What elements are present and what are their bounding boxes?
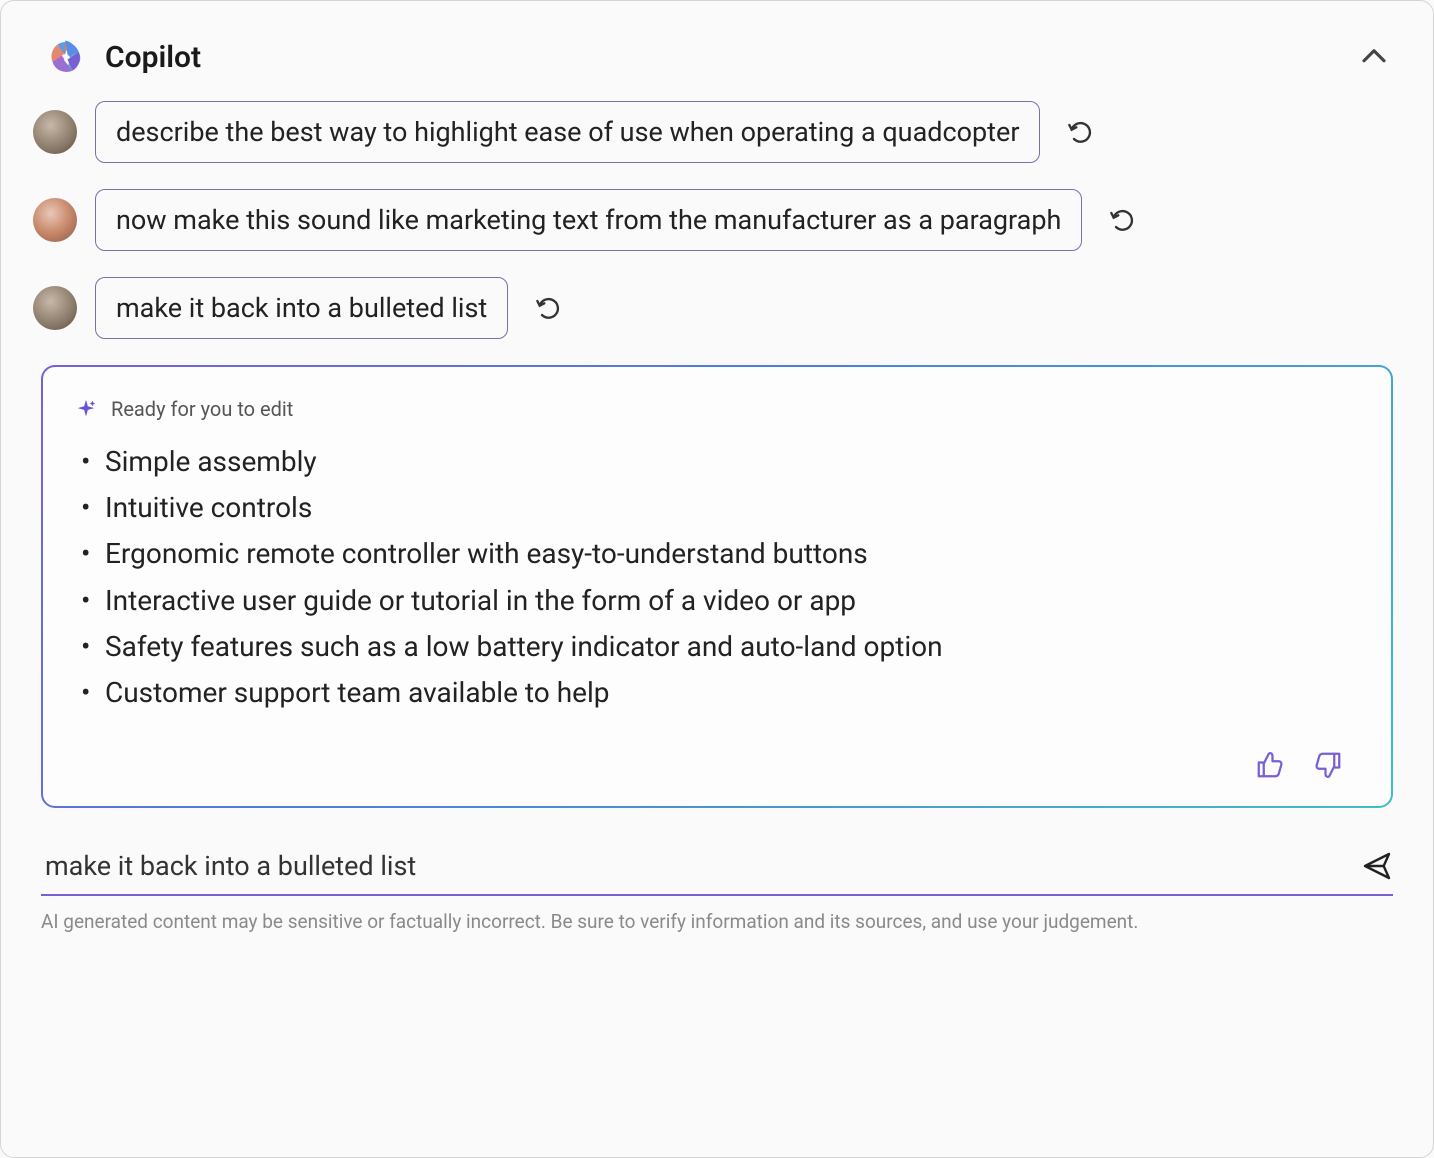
ready-row: Ready for you to edit	[75, 397, 1359, 421]
input-row	[41, 844, 1393, 896]
send-icon[interactable]	[1361, 850, 1393, 882]
thumbs-up-icon[interactable]	[1255, 750, 1285, 780]
undo-icon[interactable]	[1108, 205, 1138, 235]
avatar	[33, 198, 77, 242]
user-message-bubble[interactable]: describe the best way to highlight ease …	[95, 101, 1040, 163]
collapse-icon[interactable]	[1359, 42, 1389, 72]
user-message-row: describe the best way to highlight ease …	[33, 101, 1401, 163]
panel-header: Copilot	[1, 1, 1433, 87]
avatar	[33, 286, 77, 330]
list-item: Simple assembly	[79, 439, 1359, 485]
prompt-input[interactable]	[41, 844, 1351, 888]
response-card: Ready for you to edit Simple assembly In…	[41, 365, 1393, 808]
panel-title: Copilot	[105, 40, 201, 75]
sparkle-icon	[75, 398, 97, 420]
ready-text: Ready for you to edit	[111, 397, 293, 421]
user-message-row: now make this sound like marketing text …	[33, 189, 1401, 251]
list-item: Intuitive controls	[79, 485, 1359, 531]
undo-icon[interactable]	[1066, 117, 1096, 147]
input-area	[41, 844, 1393, 896]
thumbs-down-icon[interactable]	[1313, 750, 1343, 780]
undo-icon[interactable]	[534, 293, 564, 323]
header-left: Copilot	[45, 37, 201, 77]
bullet-list: Simple assembly Intuitive controls Ergon…	[75, 439, 1359, 716]
user-message-row: make it back into a bulleted list	[33, 277, 1401, 339]
avatar	[33, 110, 77, 154]
list-item: Customer support team available to help	[79, 670, 1359, 716]
list-item: Interactive user guide or tutorial in th…	[79, 578, 1359, 624]
list-item: Ergonomic remote controller with easy-to…	[79, 531, 1359, 577]
copilot-panel: Copilot describe the best way to highlig…	[0, 0, 1434, 1158]
list-item: Safety features such as a low battery in…	[79, 624, 1359, 670]
user-message-bubble[interactable]: make it back into a bulleted list	[95, 277, 508, 339]
disclaimer-text: AI generated content may be sensitive or…	[1, 896, 1433, 933]
conversation-area: describe the best way to highlight ease …	[1, 87, 1433, 339]
user-message-bubble[interactable]: now make this sound like marketing text …	[95, 189, 1082, 251]
copilot-logo-icon	[45, 37, 85, 77]
feedback-row	[75, 750, 1359, 780]
